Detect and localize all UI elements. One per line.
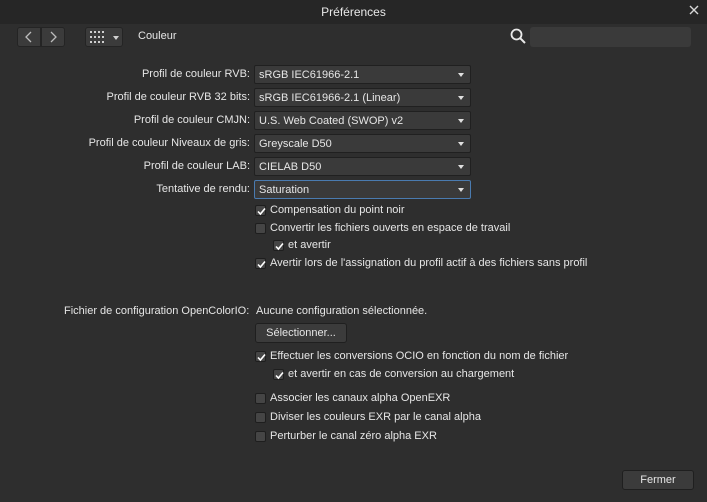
option-label: et avertir: [288, 239, 331, 251]
checkbox[interactable]: [255, 431, 266, 442]
window-title: Préférences: [321, 5, 386, 19]
select-ocio-button[interactable]: Sélectionner...: [255, 323, 347, 343]
checkmark-icon: [275, 242, 284, 251]
option-label: Diviser les couleurs EXR par le canal al…: [270, 411, 481, 423]
cmyk-profile-label: Profil de couleur CMJN:: [133, 114, 250, 126]
checkbox[interactable]: [255, 351, 266, 362]
option-label: Perturber le canal zéro alpha EXR: [270, 430, 437, 442]
greyscale-profile-select[interactable]: Greyscale D50: [254, 134, 471, 153]
chevron-down-icon: [458, 142, 464, 146]
option-label: Avertir lors de l'assignation du profil …: [270, 257, 588, 269]
option-label: et avertir en cas de conversion au charg…: [288, 368, 515, 380]
lab-profile-label: Profil de couleur LAB:: [143, 160, 250, 172]
rendering-intent-select[interactable]: Saturation: [254, 180, 471, 199]
toolbar: Couleur: [0, 24, 707, 50]
chevron-down-icon: [458, 119, 464, 123]
rgb32-profile-label: Profil de couleur RVB 32 bits:: [106, 91, 250, 103]
chevron-left-icon: [25, 31, 32, 43]
chevron-down-icon: [458, 96, 464, 100]
ocio-config-label: Fichier de configuration OpenColorIO:: [64, 305, 250, 317]
checkbox[interactable]: [255, 412, 266, 423]
chevron-right-icon: [50, 31, 57, 43]
checkbox[interactable]: [255, 393, 266, 404]
lab-profile-value: CIELAB D50: [259, 161, 322, 173]
ocio-config-value: Aucune configuration sélectionnée.: [256, 305, 428, 317]
greyscale-profile-label: Profil de couleur Niveaux de gris:: [88, 137, 250, 149]
chevron-down-icon: [113, 36, 119, 40]
checkmark-icon: [275, 371, 284, 380]
checkmark-icon: [257, 207, 266, 216]
rgb32-profile-value: sRGB IEC61966-2.1 (Linear): [259, 92, 401, 104]
close-icon[interactable]: [687, 3, 701, 17]
title-bar: Préférences: [0, 0, 707, 24]
checkbox[interactable]: [255, 205, 266, 216]
chevron-down-icon: [458, 73, 464, 77]
search-input[interactable]: [530, 27, 691, 47]
rgb-profile-label: Profil de couleur RVB:: [141, 68, 250, 80]
section-menu-button[interactable]: [85, 27, 123, 47]
back-button[interactable]: [17, 27, 41, 47]
cmyk-profile-select[interactable]: U.S. Web Coated (SWOP) v2: [254, 111, 471, 130]
rgb-profile-select[interactable]: sRGB IEC61966-2.1: [254, 65, 471, 84]
rendering-intent-label: Tentative de rendu:: [156, 183, 250, 195]
option-label: Associer les canaux alpha OpenEXR: [270, 392, 451, 404]
rgb32-profile-select[interactable]: sRGB IEC61966-2.1 (Linear): [254, 88, 471, 107]
greyscale-profile-value: Greyscale D50: [259, 138, 332, 150]
checkbox[interactable]: [255, 223, 266, 234]
option-label: Compensation du point noir: [270, 204, 405, 216]
section-title: Couleur: [138, 30, 177, 42]
checkbox[interactable]: [273, 369, 284, 380]
checkbox[interactable]: [255, 258, 266, 269]
chevron-down-icon: [458, 165, 464, 169]
rendering-intent-value: Saturation: [259, 184, 310, 196]
checkmark-icon: [257, 260, 266, 269]
option-label: Effectuer les conversions OCIO en foncti…: [270, 350, 569, 362]
search-icon: [510, 28, 526, 44]
forward-button[interactable]: [41, 27, 65, 47]
option-label: Convertir les fichiers ouverts en espace…: [270, 222, 511, 234]
grid-icon: [90, 31, 104, 43]
lab-profile-select[interactable]: CIELAB D50: [254, 157, 471, 176]
chevron-down-icon: [458, 188, 464, 192]
checkmark-icon: [257, 353, 266, 362]
checkbox[interactable]: [273, 240, 284, 251]
cmyk-profile-value: U.S. Web Coated (SWOP) v2: [259, 115, 404, 127]
close-button[interactable]: Fermer: [622, 470, 694, 490]
rgb-profile-value: sRGB IEC61966-2.1: [259, 69, 360, 81]
